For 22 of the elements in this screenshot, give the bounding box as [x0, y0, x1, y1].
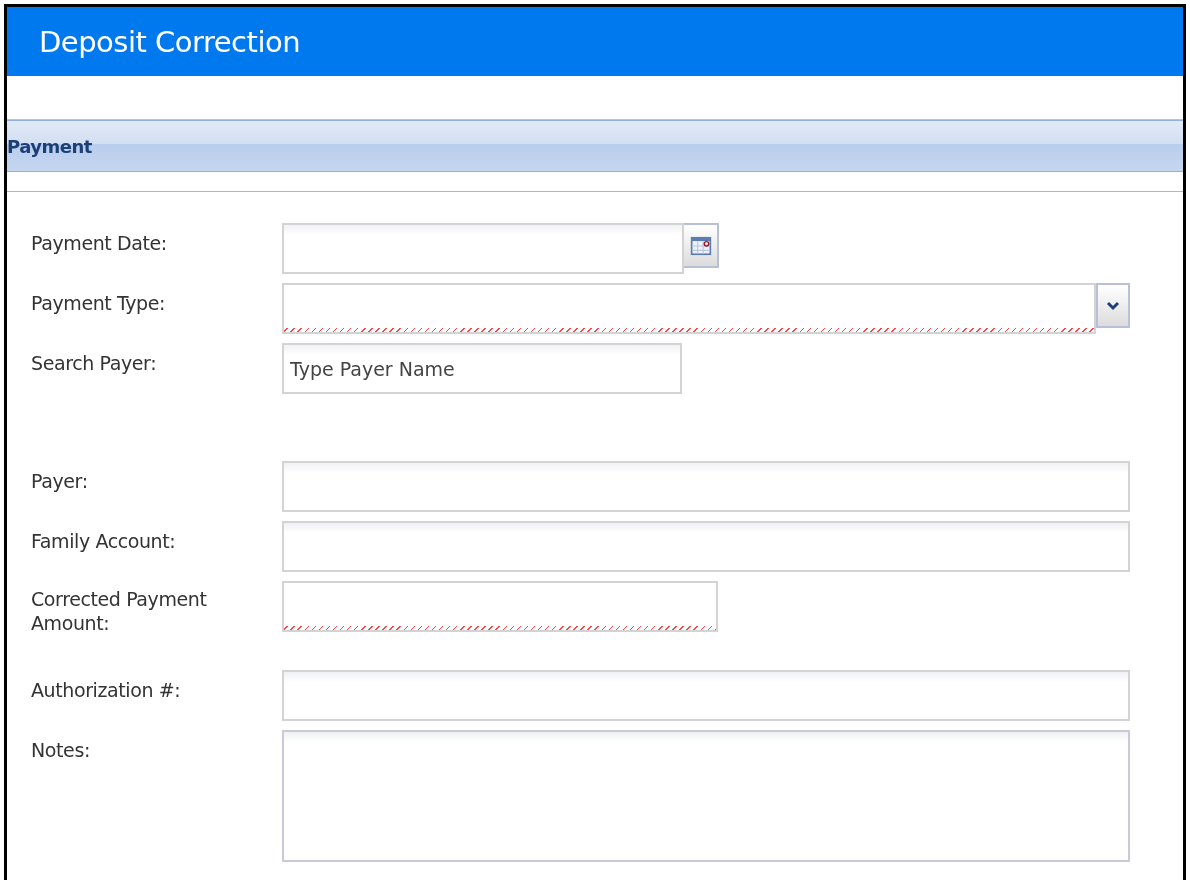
chevron-down-icon [1106, 300, 1120, 311]
dropdown-button[interactable] [1096, 283, 1130, 328]
input-field[interactable] [282, 581, 718, 632]
input-field[interactable] [282, 521, 1130, 572]
field-label: Payment Type: [31, 291, 167, 315]
field-label: Corrected Payment Amount: [31, 587, 208, 635]
calendar-icon [689, 234, 712, 257]
field-label: Notes: [31, 738, 91, 762]
field-label: Authorization #: [31, 678, 182, 702]
calendar-button[interactable] [684, 223, 719, 268]
date-field[interactable] [282, 223, 684, 274]
search-field[interactable]: Type Payer Name [282, 343, 682, 394]
field-label: Family Account: [31, 529, 177, 553]
field-label: Payment Date: [31, 231, 168, 255]
input-field[interactable] [282, 670, 1130, 721]
notes-field[interactable] [282, 730, 1130, 862]
field-label: Payer: [31, 469, 89, 493]
dropdown-field[interactable] [282, 283, 1096, 334]
field-label: Search Payer: [31, 351, 158, 375]
input-field[interactable] [282, 461, 1130, 512]
section-title: Payment [7, 135, 92, 157]
window-title: Deposit Correction [39, 24, 301, 59]
